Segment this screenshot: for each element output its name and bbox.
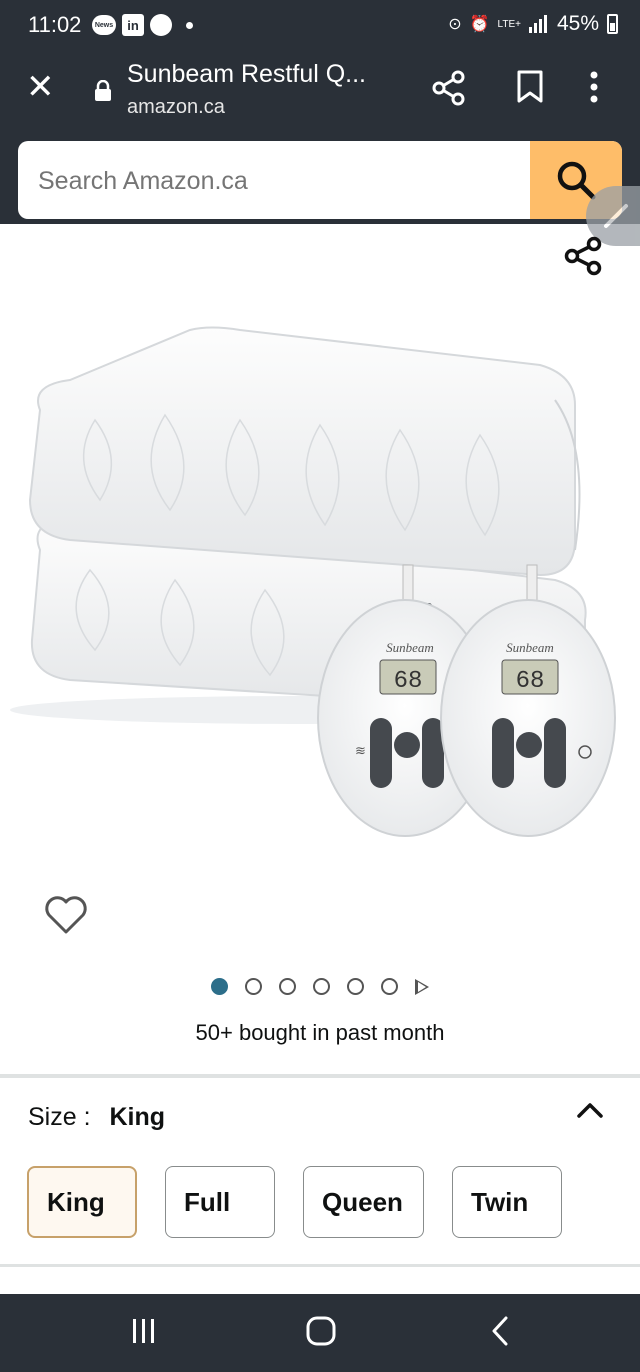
bookmark-icon[interactable] bbox=[516, 70, 544, 104]
controller-brand-left: Sunbeam bbox=[386, 640, 434, 655]
carousel-dot[interactable] bbox=[279, 978, 296, 995]
search-icon bbox=[557, 161, 596, 200]
page-title: Sunbeam Restful Q... bbox=[127, 60, 367, 88]
controller-right: Sunbeam 68 bbox=[440, 599, 616, 837]
divider bbox=[0, 1074, 640, 1078]
data-saver-icon: ⊙ bbox=[448, 16, 462, 33]
recents-icon[interactable] bbox=[132, 1318, 156, 1344]
carousel-dot[interactable] bbox=[211, 978, 228, 995]
play-icon[interactable] bbox=[415, 978, 429, 995]
system-nav-bar bbox=[0, 1294, 640, 1372]
divider bbox=[0, 1264, 640, 1267]
back-icon[interactable] bbox=[490, 1316, 510, 1346]
search-bar bbox=[0, 136, 640, 224]
carousel-dot[interactable] bbox=[313, 978, 330, 995]
battery-percent: 45% bbox=[556, 12, 599, 35]
news-icon: News bbox=[92, 15, 116, 35]
browser-toolbar: ✕ Sunbeam Restful Q... amazon.ca bbox=[0, 50, 640, 136]
size-option-twin[interactable]: Twin bbox=[452, 1166, 562, 1238]
network-type: LTE+ bbox=[497, 18, 521, 30]
product-image[interactable]: Sunbeam 68 ≋ Sunbeam 68 bbox=[0, 290, 640, 870]
size-selected-value: King bbox=[109, 1103, 166, 1131]
alarm-icon: ⏰ bbox=[469, 16, 490, 33]
size-option-king[interactable]: King bbox=[27, 1166, 137, 1238]
status-time: 11:02 bbox=[28, 12, 82, 37]
share-icon[interactable] bbox=[564, 236, 604, 276]
search-box bbox=[18, 141, 622, 219]
share-icon[interactable] bbox=[432, 70, 466, 106]
bought-count: 50+ bought in past month bbox=[195, 1020, 445, 1045]
chevron-up-icon[interactable] bbox=[576, 1100, 604, 1120]
carousel-dot[interactable] bbox=[245, 978, 262, 995]
svg-text:≋: ≋ bbox=[355, 744, 366, 759]
linkedin-icon: in bbox=[122, 14, 144, 36]
carousel-dot[interactable] bbox=[347, 978, 364, 995]
status-bar: 11:02 News in ⊙ ⏰ LTE+ 45% bbox=[0, 0, 640, 50]
close-icon[interactable]: ✕ bbox=[26, 70, 55, 104]
heart-icon[interactable] bbox=[44, 895, 88, 935]
signal-icon bbox=[528, 15, 547, 33]
status-right: ⊙ ⏰ LTE+ 45% bbox=[448, 12, 618, 36]
controller-display-left: 68 bbox=[394, 668, 423, 695]
notification-icons: News in bbox=[92, 14, 193, 36]
size-selector-header: Size : King bbox=[28, 1103, 165, 1132]
lock-icon bbox=[95, 80, 111, 101]
more-notifications-dot bbox=[186, 21, 193, 29]
home-icon[interactable] bbox=[306, 1316, 336, 1346]
size-option-queen[interactable]: Queen bbox=[303, 1166, 424, 1238]
search-input[interactable] bbox=[38, 167, 518, 196]
size-option-full[interactable]: Full bbox=[165, 1166, 275, 1238]
controller-brand-right: Sunbeam bbox=[506, 640, 554, 655]
more-vert-icon[interactable] bbox=[590, 70, 598, 104]
battery-icon bbox=[607, 14, 618, 34]
size-options: King Full Queen Twin bbox=[27, 1166, 562, 1238]
carousel-dot[interactable] bbox=[381, 978, 398, 995]
size-label: Size : bbox=[28, 1103, 91, 1131]
page-url[interactable]: amazon.ca bbox=[127, 96, 225, 119]
pencil-icon bbox=[604, 204, 628, 228]
messenger-icon bbox=[150, 14, 172, 36]
image-carousel-dots bbox=[0, 978, 640, 995]
controller-display-right: 68 bbox=[516, 668, 545, 695]
